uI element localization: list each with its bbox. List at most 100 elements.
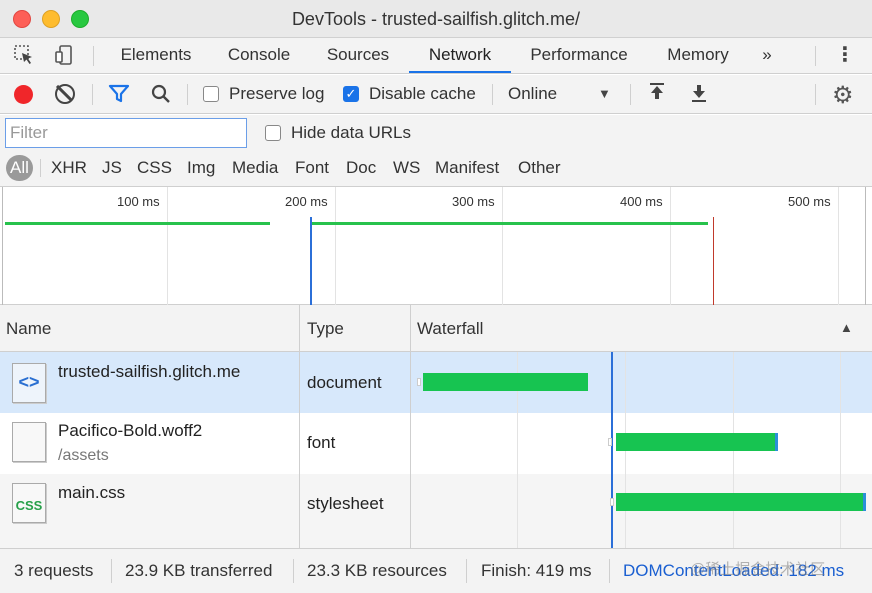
load-event-marker <box>713 217 714 305</box>
overview-edge <box>2 187 3 305</box>
tab-console[interactable]: Console <box>214 38 304 73</box>
clear-icon[interactable] <box>55 84 75 104</box>
request-type: document <box>307 373 382 392</box>
panel-tab-bar: Elements Console Sources Network Perform… <box>0 38 872 74</box>
network-status-bar: 3 requests 23.9 KB transferred 23.3 KB r… <box>0 548 872 593</box>
waterfall-bar[interactable] <box>423 373 588 391</box>
overview-gridline <box>670 187 671 305</box>
type-filter-js[interactable]: JS <box>102 155 122 181</box>
divider <box>609 559 610 583</box>
overview-gridline <box>167 187 168 305</box>
overview-edge <box>865 187 866 305</box>
overview-tick-label: 500 ms <box>788 194 831 209</box>
import-har-icon[interactable] <box>648 82 666 110</box>
tab-network[interactable]: Network <box>409 38 511 73</box>
inspect-element-icon[interactable] <box>12 44 36 68</box>
tab-memory[interactable]: Memory <box>656 38 740 73</box>
overview-request-bar <box>5 222 270 225</box>
type-filter-xhr[interactable]: XHR <box>51 155 87 181</box>
type-filter-doc[interactable]: Doc <box>346 155 376 181</box>
gear-icon[interactable]: ⚙ <box>832 81 854 110</box>
divider <box>187 84 188 105</box>
hide-data-urls-label: Hide data URLs <box>291 123 412 142</box>
divider <box>92 84 93 105</box>
request-type: font <box>307 433 336 452</box>
divider <box>815 46 816 66</box>
preserve-log-checkbox[interactable] <box>203 86 219 102</box>
tab-elements[interactable]: Elements <box>110 38 202 73</box>
window-title: DevTools - trusted-sailfish.glitch.me/ <box>291 9 581 29</box>
request-path: /assets <box>58 447 109 464</box>
more-options-icon[interactable]: ⋮ <box>835 44 855 68</box>
divider <box>815 84 816 105</box>
column-header-name[interactable]: Name <box>6 319 51 339</box>
column-divider[interactable] <box>299 305 300 548</box>
waterfall-bar[interactable] <box>616 493 866 511</box>
export-har-icon[interactable] <box>690 82 708 110</box>
css-file-icon: CSS <box>12 483 46 523</box>
filter-bar: Hide data URLs All XHR JS CSS Img Media … <box>0 115 872 187</box>
overview-tick-label: 300 ms <box>452 194 495 209</box>
window-titlebar: DevTools - trusted-sailfish.glitch.me/ <box>0 0 872 38</box>
waterfall-queue-marker <box>417 378 421 386</box>
overview-request-bar <box>312 222 708 225</box>
sort-ascending-icon[interactable]: ▲ <box>840 320 853 335</box>
type-filter-font[interactable]: Font <box>295 155 329 181</box>
type-filter-other[interactable]: Other <box>518 155 561 181</box>
waterfall-queue-marker <box>608 438 612 446</box>
type-filter-media[interactable]: Media <box>232 155 278 181</box>
divider <box>630 84 631 105</box>
column-header-type[interactable]: Type <box>307 319 344 339</box>
throttling-select[interactable]: Online <box>508 84 557 104</box>
request-name: Pacifico-Bold.woff2 <box>58 421 203 440</box>
more-tabs-button[interactable]: » <box>752 38 782 73</box>
finish-time: Finish: 419 ms <box>481 561 592 580</box>
overview-gridline <box>838 187 839 305</box>
tab-sources[interactable]: Sources <box>316 38 400 73</box>
device-toolbar-icon[interactable] <box>52 44 76 68</box>
filter-icon[interactable] <box>108 84 130 109</box>
tab-performance[interactable]: Performance <box>520 38 638 73</box>
overview-gridline <box>335 187 336 305</box>
chevron-down-icon[interactable]: ▼ <box>598 86 611 101</box>
html-document-icon: <> <box>12 363 46 403</box>
overview-tick-label: 200 ms <box>285 194 328 209</box>
transferred-size: 23.9 KB transferred <box>125 561 273 580</box>
type-filter-img[interactable]: Img <box>187 155 215 181</box>
timeline-overview[interactable]: 100 ms 200 ms 300 ms 400 ms 500 ms <box>0 187 872 305</box>
waterfall-bar[interactable] <box>616 433 778 451</box>
type-filter-ws[interactable]: WS <box>393 155 420 181</box>
type-filter-css[interactable]: CSS <box>137 155 172 181</box>
waterfall-gridline <box>840 352 841 548</box>
request-count: 3 requests <box>14 561 94 580</box>
request-name: trusted-sailfish.glitch.me <box>58 362 241 381</box>
search-icon[interactable] <box>150 83 172 110</box>
request-name: main.css <box>58 483 126 502</box>
record-button[interactable] <box>14 85 33 104</box>
overview-tick-label: 100 ms <box>117 194 160 209</box>
table-row[interactable]: CSS main.css stylesheet <box>0 474 872 548</box>
divider <box>40 159 41 177</box>
request-type: stylesheet <box>307 494 384 513</box>
disable-cache-label: Disable cache <box>369 84 476 103</box>
type-filter-manifest[interactable]: Manifest <box>435 155 499 181</box>
filter-input[interactable] <box>5 118 247 148</box>
divider <box>492 84 493 105</box>
requests-table-header: Name Type Waterfall ▲ <box>0 305 872 352</box>
dom-content-loaded-marker <box>310 217 312 305</box>
overview-tick-label: 400 ms <box>620 194 663 209</box>
overview-gridline <box>502 187 503 305</box>
column-divider[interactable] <box>410 305 411 548</box>
dom-content-loaded-line <box>611 352 613 548</box>
hide-data-urls-checkbox[interactable] <box>265 125 281 141</box>
divider <box>111 559 112 583</box>
network-toolbar: Preserve log ✓ Disable cache Online ▼ ⚙ <box>0 75 872 114</box>
disable-cache-checkbox[interactable]: ✓ <box>343 86 359 102</box>
divider <box>93 46 94 66</box>
resources-size: 23.3 KB resources <box>307 561 447 580</box>
preserve-log-label: Preserve log <box>229 84 325 103</box>
type-filter-all[interactable]: All <box>6 155 33 181</box>
waterfall-queue-marker <box>610 498 614 506</box>
watermark: @稀土掘金技术社区 <box>690 561 826 578</box>
column-header-waterfall[interactable]: Waterfall <box>417 319 483 339</box>
